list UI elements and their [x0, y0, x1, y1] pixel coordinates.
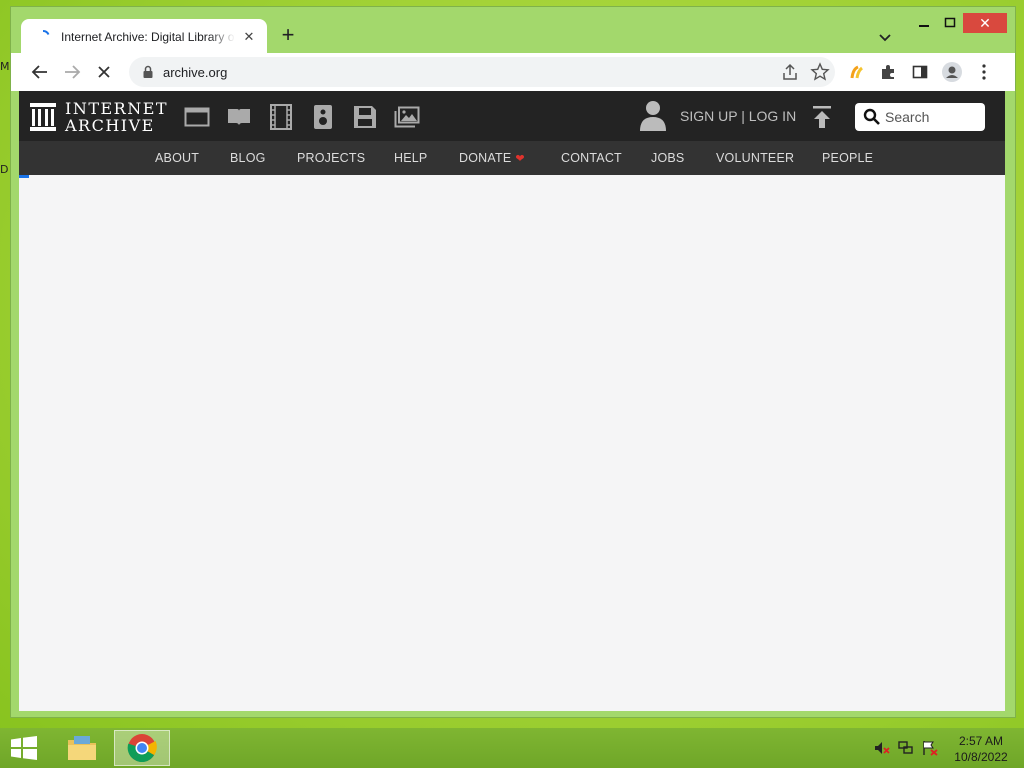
software-icon[interactable] [351, 103, 379, 131]
desktop-icon-label: D [0, 163, 9, 176]
system-clock[interactable]: 2:57 AM 10/8/2022 [948, 733, 1014, 765]
extension-icon[interactable] [845, 61, 867, 83]
clock-date: 10/8/2022 [954, 750, 1008, 764]
site-search-box[interactable] [855, 103, 985, 131]
new-tab-button[interactable]: + [277, 24, 299, 47]
side-panel-icon[interactable] [909, 61, 931, 83]
heart-icon: ❤ [515, 153, 525, 165]
texts-icon[interactable] [225, 103, 253, 131]
tab-title: Internet Archive: Digital Library of Fre… [61, 29, 235, 44]
network-icon[interactable] [898, 740, 914, 756]
nav-projects[interactable]: PROJECTS [297, 151, 365, 165]
browser-toolbar: archive.org [11, 53, 1015, 91]
title-bar: Internet Archive: Digital Library of Fre… [11, 7, 1015, 54]
web-page: INTERNET ARCHIVE SIGN UP | LOG IN Search… [19, 91, 1005, 711]
user-icon[interactable] [639, 99, 667, 133]
url-text[interactable]: archive.org [163, 65, 227, 80]
internet-archive-logo[interactable]: INTERNET ARCHIVE [29, 100, 168, 134]
window-close-button[interactable]: ✕ [963, 13, 1007, 33]
forward-arrow-icon[interactable] [61, 61, 83, 83]
tab-search-chevron-icon[interactable] [875, 27, 895, 47]
web-icon[interactable] [183, 103, 211, 131]
upload-icon[interactable] [811, 105, 833, 129]
windows-start-button[interactable] [10, 736, 38, 760]
audio-icon[interactable] [309, 103, 337, 131]
share-icon[interactable] [779, 61, 801, 88]
browser-tab[interactable]: Internet Archive: Digital Library of Fre… [21, 19, 267, 54]
video-icon[interactable] [267, 103, 295, 131]
sign-up-log-in-link[interactable]: SIGN UP | LOG IN [680, 108, 796, 124]
minimize-button[interactable] [911, 13, 937, 33]
lock-icon[interactable] [141, 65, 155, 79]
archive-building-icon [30, 103, 56, 131]
desktop-icon-label: M [0, 60, 10, 73]
nav-donate[interactable]: DONATE ❤ [459, 151, 525, 165]
loading-spinner-icon [35, 29, 51, 45]
clock-time: 2:57 AM [958, 734, 1004, 748]
menu-kebab-icon[interactable] [973, 61, 995, 83]
nav-donate-label: DONATE [459, 151, 512, 165]
profile-avatar-icon[interactable] [941, 61, 963, 83]
file-explorer-icon[interactable] [54, 730, 110, 766]
nav-help[interactable]: HELP [394, 151, 427, 165]
back-arrow-icon[interactable] [29, 61, 51, 83]
logo-line-2: ARCHIVE [65, 116, 155, 135]
tab-close-icon[interactable]: ✕ [241, 29, 257, 45]
loading-progress-bar [19, 175, 29, 178]
site-header: INTERNET ARCHIVE SIGN UP | LOG IN Search [19, 91, 1005, 141]
stop-loading-icon[interactable] [93, 61, 115, 83]
address-bar[interactable]: archive.org [129, 57, 835, 87]
chrome-icon[interactable] [114, 730, 170, 766]
nav-contact[interactable]: CONTACT [561, 151, 622, 165]
action-center-flag-icon[interactable] [922, 740, 938, 756]
search-input[interactable] [883, 108, 983, 126]
site-nav: ABOUT BLOG PROJECTS HELP DONATE ❤ CONTACT… [19, 141, 1005, 175]
nav-about[interactable]: ABOUT [155, 151, 199, 165]
nav-jobs[interactable]: JOBS [651, 151, 684, 165]
logo-line-1: INTERNET [65, 99, 169, 118]
extensions-puzzle-icon[interactable] [877, 61, 899, 83]
maximize-button[interactable] [937, 13, 963, 33]
volume-muted-icon[interactable] [874, 740, 890, 756]
bookmark-star-icon[interactable] [809, 61, 831, 88]
images-icon[interactable] [393, 103, 421, 131]
nav-people[interactable]: PEOPLE [822, 151, 873, 165]
taskbar: 2:57 AM 10/8/2022 [0, 728, 1024, 768]
nav-volunteer[interactable]: VOLUNTEER [716, 151, 794, 165]
nav-blog[interactable]: BLOG [230, 151, 266, 165]
search-icon [863, 108, 880, 125]
browser-window: Internet Archive: Digital Library of Fre… [10, 6, 1016, 718]
